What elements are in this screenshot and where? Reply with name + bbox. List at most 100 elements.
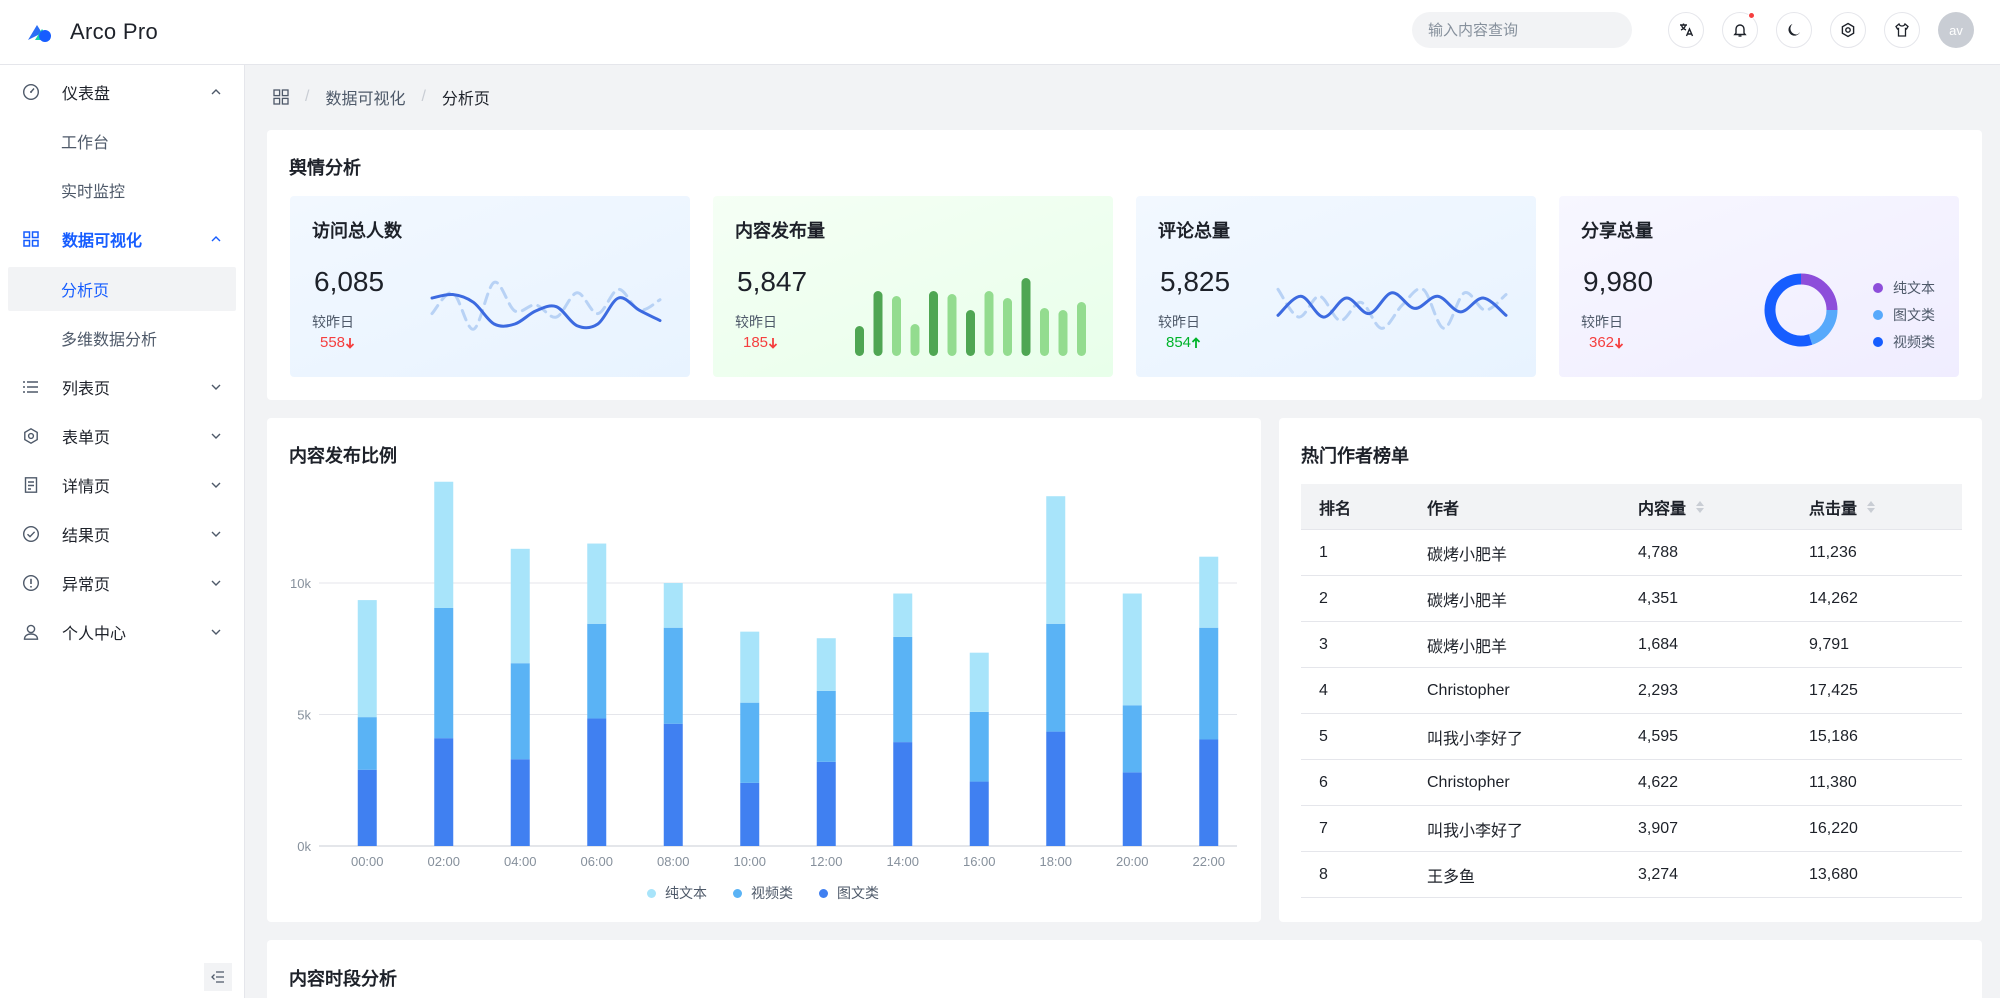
sidebar-item-detail[interactable]: 详情页 bbox=[8, 463, 236, 507]
bar-segment[interactable] bbox=[969, 781, 989, 846]
bar-segment[interactable] bbox=[587, 623, 607, 719]
bar-segment[interactable] bbox=[663, 583, 683, 628]
bar-segment[interactable] bbox=[357, 600, 377, 718]
bar-segment[interactable] bbox=[969, 652, 989, 712]
grid-icon bbox=[23, 231, 39, 247]
hot-authors-card: 热门作者榜单 排名 作者 内容量 点击量 1 碳烤小肥羊 4,788 11,236 2 碳… bbox=[1279, 418, 1982, 922]
bar-segment[interactable] bbox=[740, 702, 760, 783]
bar-segment[interactable] bbox=[510, 759, 530, 846]
stat-value: 6,085 bbox=[314, 266, 385, 297]
bar-segment[interactable] bbox=[893, 593, 913, 637]
bar-segment[interactable] bbox=[1199, 556, 1219, 628]
skin-button[interactable] bbox=[1884, 12, 1920, 48]
search-input[interactable] bbox=[1428, 21, 1627, 39]
logo[interactable]: Arco Pro bbox=[24, 19, 158, 45]
bar-segment[interactable] bbox=[816, 761, 836, 846]
bar-segment[interactable] bbox=[893, 636, 913, 743]
bar-segment[interactable] bbox=[1046, 731, 1066, 846]
legend-item[interactable]: 图文类 bbox=[1873, 301, 1935, 328]
bar-segment[interactable] bbox=[1199, 739, 1219, 846]
bar-mark bbox=[892, 296, 901, 356]
bar-segment[interactable] bbox=[357, 717, 377, 770]
column-header-clicks[interactable]: 点击量 bbox=[1809, 495, 1876, 519]
sidebar-item-list[interactable]: 列表页 bbox=[8, 365, 236, 409]
sidebar-item-form[interactable]: 表单页 bbox=[8, 414, 236, 458]
bar-segment[interactable] bbox=[510, 663, 530, 760]
sidebar-item-user[interactable]: 个人中心 bbox=[8, 610, 236, 654]
bar-segment[interactable] bbox=[357, 769, 377, 846]
column-header-content-count[interactable]: 内容量 bbox=[1638, 495, 1705, 519]
cell-content-count: 1,684 bbox=[1638, 635, 1679, 653]
chevron-down-icon bbox=[211, 482, 221, 488]
sidebar-item-label: 详情页 bbox=[62, 479, 111, 496]
sidebar-item-multi-dimension[interactable]: 多维数据分析 bbox=[8, 316, 236, 360]
cell-content-count: 4,788 bbox=[1638, 543, 1679, 561]
breadcrumb-separator: / bbox=[305, 88, 310, 105]
bar-segment[interactable] bbox=[740, 631, 760, 703]
bar-segment[interactable] bbox=[434, 481, 454, 608]
bar-segment[interactable] bbox=[587, 543, 607, 624]
bar-segment[interactable] bbox=[1122, 593, 1142, 706]
legend-item[interactable]: 视频类 bbox=[733, 883, 793, 903]
bell-icon bbox=[1733, 24, 1747, 37]
legend-item[interactable]: 视频类 bbox=[1873, 328, 1935, 355]
table-row: 2 碳烤小肥羊 4,351 14,262 bbox=[1301, 576, 1962, 622]
visits-line-chart bbox=[430, 280, 662, 331]
cell-clicks: 13,680 bbox=[1809, 865, 1858, 883]
bar-segment[interactable] bbox=[1046, 496, 1066, 624]
stat-compare-label: 较昨日 bbox=[1581, 314, 1623, 330]
notification-button[interactable] bbox=[1722, 12, 1758, 48]
bar-segment[interactable] bbox=[816, 690, 836, 762]
bar-segment[interactable] bbox=[1122, 772, 1142, 846]
bar-mark bbox=[947, 294, 957, 356]
settings-button[interactable] bbox=[1830, 12, 1866, 48]
bar-segment[interactable] bbox=[587, 718, 607, 846]
bar-segment[interactable] bbox=[1199, 627, 1219, 740]
comments-line-chart bbox=[1276, 287, 1508, 330]
x-tick-label: 06:00 bbox=[580, 854, 613, 869]
sidebar-item-exception[interactable]: 异常页 bbox=[8, 561, 236, 605]
bar-segment[interactable] bbox=[816, 638, 836, 691]
search-box[interactable] bbox=[1412, 12, 1632, 48]
table-body: 1 碳烤小肥羊 4,788 11,236 2 碳烤小肥羊 4,351 14,262 3 碳烤小肥羊… bbox=[1301, 530, 1962, 898]
legend-item[interactable]: 图文类 bbox=[819, 883, 879, 903]
collapse-sidebar-button[interactable] bbox=[204, 963, 232, 991]
bar-segment[interactable] bbox=[1046, 623, 1066, 732]
sidebar-item-analysis[interactable]: 分析页 bbox=[8, 267, 236, 311]
bar-segment[interactable] bbox=[434, 738, 454, 846]
sidebar-item-dashboard[interactable]: 仪表盘 bbox=[8, 70, 236, 114]
language-button[interactable] bbox=[1668, 12, 1704, 48]
bar-segment[interactable] bbox=[434, 607, 454, 739]
cell-clicks: 16,220 bbox=[1809, 819, 1858, 837]
legend-item[interactable]: 纯文本 bbox=[1873, 274, 1935, 301]
stat-title: 分享总量 bbox=[1581, 221, 1653, 241]
sidebar-item-workbench[interactable]: 工作台 bbox=[8, 119, 236, 163]
avatar[interactable]: av bbox=[1938, 12, 1974, 48]
bar-segment[interactable] bbox=[740, 782, 760, 846]
chevron-up-icon bbox=[211, 89, 221, 95]
exclamation-icon bbox=[22, 574, 40, 592]
bar-segment[interactable] bbox=[663, 627, 683, 724]
sidebar-item-monitor[interactable]: 实时监控 bbox=[8, 168, 236, 212]
sort-icon[interactable] bbox=[1696, 500, 1705, 513]
bar-segment[interactable] bbox=[510, 548, 530, 664]
legend-item[interactable]: 纯文本 bbox=[647, 883, 707, 903]
cell-author: 碳烤小肥羊 bbox=[1427, 546, 1508, 564]
bar-segment[interactable] bbox=[663, 723, 683, 846]
sidebar-item-visualization[interactable]: 数据可视化 bbox=[8, 217, 236, 261]
table-row: 8 王多鱼 3,274 13,680 bbox=[1301, 852, 1962, 898]
bar-segment[interactable] bbox=[893, 742, 913, 846]
sidebar-item-result[interactable]: 结果页 bbox=[8, 512, 236, 556]
column-header-label: 点击量 bbox=[1809, 500, 1858, 518]
breadcrumb: / 数据可视化 / 分析页 bbox=[273, 86, 490, 108]
sidebar-item-label: 实时监控 bbox=[61, 184, 126, 201]
cell-rank: 7 bbox=[1319, 819, 1328, 837]
bar-segment[interactable] bbox=[969, 711, 989, 782]
table-row: 4 Christopher 2,293 17,425 bbox=[1301, 668, 1962, 714]
legend-label: 纯文本 bbox=[665, 885, 707, 901]
theme-toggle-button[interactable] bbox=[1776, 12, 1812, 48]
bar-segment[interactable] bbox=[1122, 705, 1142, 773]
breadcrumb-item[interactable]: 数据可视化 bbox=[325, 85, 405, 109]
cell-clicks: 11,236 bbox=[1809, 543, 1857, 561]
sort-icon[interactable] bbox=[1867, 500, 1876, 513]
